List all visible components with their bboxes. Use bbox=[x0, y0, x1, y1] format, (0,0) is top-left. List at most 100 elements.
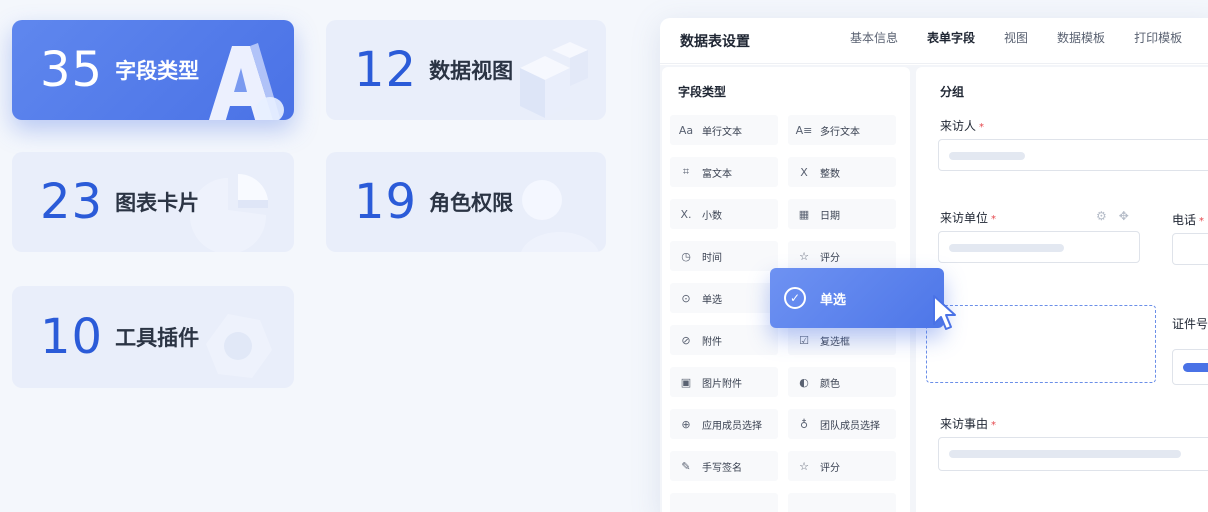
field-type-decimal[interactable]: X. 小数 bbox=[670, 199, 778, 229]
required-mark: * bbox=[1199, 216, 1205, 227]
visit-reason-input[interactable] bbox=[938, 437, 1208, 471]
stat-label: 角色权限 bbox=[429, 191, 514, 215]
field-type-more[interactable] bbox=[670, 493, 778, 512]
stat-number: 35 bbox=[40, 42, 104, 98]
field-type-single-select[interactable]: ⊙ 单选 bbox=[670, 283, 778, 313]
field-label-text: 证件号 bbox=[1172, 317, 1208, 331]
field-label-visitor-company: 来访单位 * bbox=[940, 209, 996, 226]
dragging-field-chip[interactable]: ✓ 单选 bbox=[770, 268, 944, 328]
required-mark: * bbox=[979, 122, 985, 133]
field-type-label: 多行文本 bbox=[820, 126, 860, 138]
field-label-visit-reason: 来访事由 * bbox=[940, 415, 996, 432]
field-type-label: 手写签名 bbox=[702, 462, 742, 474]
radio-icon: ⊙ bbox=[681, 291, 691, 305]
field-type-label: 整数 bbox=[820, 168, 840, 180]
palette-icon: ◐ bbox=[799, 375, 809, 389]
paperclip-icon: ⊘ bbox=[681, 333, 691, 347]
field-label-text: 来访人 bbox=[940, 119, 977, 133]
stat-number: 10 bbox=[40, 309, 104, 365]
field-type-label: 复选框 bbox=[820, 336, 850, 348]
visitor-company-input[interactable] bbox=[938, 231, 1140, 263]
tab-form-fields[interactable]: 表单字段 bbox=[927, 18, 975, 64]
star-icon: ☆ bbox=[799, 459, 809, 473]
field-type-attachment[interactable]: ⊘ 附件 bbox=[670, 325, 778, 355]
stat-card-data-views[interactable]: 12 数据视图 bbox=[326, 20, 606, 120]
team-member-icon: ♁ bbox=[799, 417, 809, 431]
required-mark: * bbox=[991, 214, 997, 225]
required-mark: * bbox=[991, 420, 997, 431]
field-label-text: 来访事由 bbox=[940, 417, 989, 431]
field-type-label: 富文本 bbox=[702, 168, 732, 180]
mouse-cursor-icon bbox=[933, 295, 956, 330]
field-type-label: 日期 bbox=[820, 210, 840, 222]
field-label-id-number: 证件号 bbox=[1172, 315, 1208, 332]
settings-tabs: 基本信息 表单字段 视图 数据模板 打印模板 bbox=[850, 18, 1208, 64]
field-actions: ⚙ ✥ bbox=[1096, 209, 1129, 223]
field-type-single-line-text[interactable]: Aa 单行文本 bbox=[670, 115, 778, 145]
field-type-label: 时间 bbox=[702, 252, 722, 264]
field-type-app-member[interactable]: ⊕ 应用成员选择 bbox=[670, 409, 778, 439]
stat-label: 字段类型 bbox=[115, 59, 200, 83]
field-type-label: 评分 bbox=[820, 462, 840, 474]
phone-input[interactable] bbox=[1172, 233, 1208, 265]
field-label-text: 电话 bbox=[1172, 213, 1197, 227]
app-member-icon: ⊕ bbox=[681, 417, 691, 431]
stat-number: 12 bbox=[354, 42, 418, 98]
table-settings-panel: 数据表设置 基本信息 表单字段 视图 数据模板 打印模板 字段类型 Aa 单行文… bbox=[660, 18, 1208, 512]
field-type-checkbox[interactable]: ☑ 复选框 bbox=[788, 325, 896, 355]
decimal-icon: X. bbox=[680, 207, 692, 221]
field-type-signature[interactable]: ✎ 手写签名 bbox=[670, 451, 778, 481]
pen-icon: ✎ bbox=[681, 459, 691, 473]
field-type-rating-2[interactable]: ☆ 评分 bbox=[788, 451, 896, 481]
stat-number: 19 bbox=[354, 174, 418, 230]
pie-chart-3d-icon bbox=[190, 173, 268, 252]
panel-title: 数据表设置 bbox=[680, 33, 750, 50]
radio-check-icon: ✓ bbox=[784, 287, 806, 309]
tab-basic-info[interactable]: 基本信息 bbox=[850, 18, 898, 64]
drop-zone[interactable] bbox=[926, 305, 1156, 383]
settings-icon[interactable]: ⚙ bbox=[1096, 209, 1107, 223]
field-types-title: 字段类型 bbox=[678, 85, 727, 99]
tab-data-templates[interactable]: 数据模板 bbox=[1057, 18, 1105, 64]
field-type-color[interactable]: ◐ 颜色 bbox=[788, 367, 896, 397]
field-type-rating[interactable]: ☆ 评分 bbox=[788, 241, 896, 271]
field-label-phone: 电话 * bbox=[1172, 211, 1204, 228]
group-label: 分组 bbox=[940, 85, 965, 99]
visitor-input[interactable] bbox=[938, 139, 1208, 171]
multi-line-text-icon: A≡ bbox=[795, 123, 813, 137]
field-label-visitor: 来访人 * bbox=[940, 117, 984, 134]
field-type-image-attachment[interactable]: ▣ 图片附件 bbox=[670, 367, 778, 397]
image-icon: ▣ bbox=[680, 375, 692, 389]
field-type-more[interactable] bbox=[788, 493, 896, 512]
stat-card-tool-plugins[interactable]: 10 工具插件 bbox=[12, 286, 294, 388]
field-type-team-member[interactable]: ♁ 团队成员选择 bbox=[788, 409, 896, 439]
field-type-time[interactable]: ◷ 时间 bbox=[670, 241, 778, 271]
id-number-input[interactable] bbox=[1172, 349, 1208, 385]
field-type-label: 单行文本 bbox=[702, 126, 742, 138]
stat-card-role-permissions[interactable]: 19 角色权限 bbox=[326, 152, 606, 252]
move-icon[interactable]: ✥ bbox=[1119, 209, 1129, 223]
input-placeholder-bar bbox=[949, 152, 1025, 160]
star-icon: ☆ bbox=[799, 249, 809, 263]
tab-views[interactable]: 视图 bbox=[1004, 18, 1028, 64]
field-type-rich-text[interactable]: ⌗ 富文本 bbox=[670, 157, 778, 187]
stat-number: 23 bbox=[40, 174, 104, 230]
stat-card-chart-cards[interactable]: 23 图表卡片 bbox=[12, 152, 294, 252]
field-type-multi-line-text[interactable]: A≡ 多行文本 bbox=[788, 115, 896, 145]
panel-header: 数据表设置 基本信息 表单字段 视图 数据模板 打印模板 bbox=[660, 18, 1208, 64]
stacked-cubes-icon bbox=[520, 42, 588, 118]
user-3d-icon bbox=[521, 180, 599, 252]
stat-label: 图表卡片 bbox=[115, 191, 200, 215]
field-type-date[interactable]: ▦ 日期 bbox=[788, 199, 896, 229]
drag-chip-label: 单选 bbox=[820, 292, 847, 308]
stat-card-field-types[interactable]: 35 字段类型 bbox=[12, 20, 294, 120]
tab-print-templates[interactable]: 打印模板 bbox=[1134, 18, 1182, 64]
letter-a-3d-icon bbox=[208, 43, 284, 120]
clock-icon: ◷ bbox=[681, 249, 691, 263]
single-line-text-icon: Aa bbox=[678, 123, 694, 137]
checkbox-icon: ☑ bbox=[799, 333, 809, 347]
field-type-label: 颜色 bbox=[820, 378, 840, 390]
stat-label: 数据视图 bbox=[429, 59, 514, 83]
field-type-label: 小数 bbox=[702, 210, 722, 222]
field-type-integer[interactable]: X 整数 bbox=[788, 157, 896, 187]
